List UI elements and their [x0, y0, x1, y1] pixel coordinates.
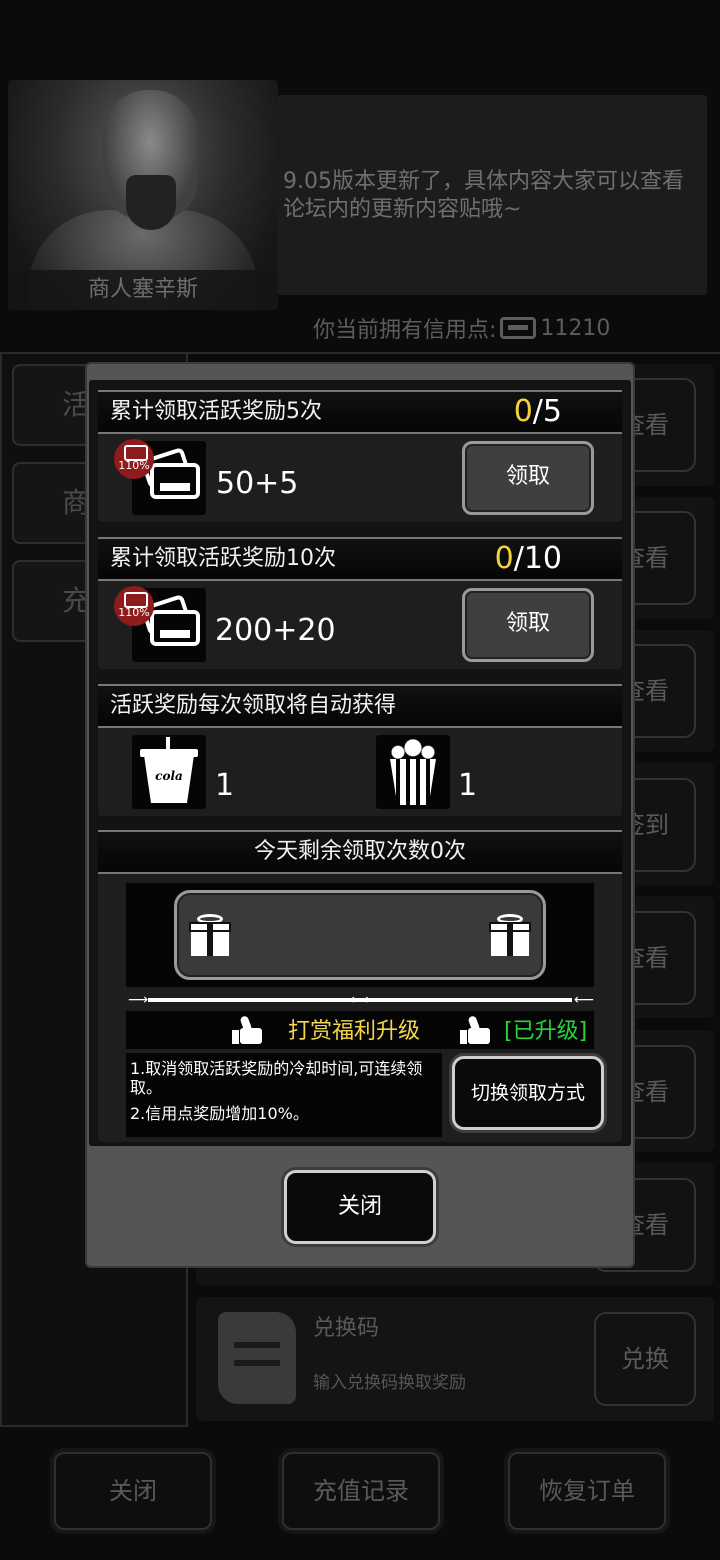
remaining-claims: 今天剩余领取次数0次 [98, 830, 622, 874]
redeem-title: 兑换码 [313, 1316, 380, 1341]
scroll-icon [218, 1312, 296, 1404]
announcement-text: 9.05版本更新了，具体内容大家可以查看论坛内的更新内容贴哦~ [283, 169, 684, 222]
tier-5-progress: 0/5 [513, 394, 562, 429]
merchant-beard [126, 175, 176, 230]
claim-button[interactable]: 领取 [462, 441, 594, 515]
restore-order-button[interactable]: 恢复订单 [508, 1452, 666, 1530]
bonus-badge: 110% [114, 586, 154, 626]
popcorn-count: 1 [458, 768, 478, 803]
redeem-button[interactable]: 兑换 [594, 1312, 696, 1406]
credit-balance: 你当前拥有信用点: 11210 [313, 312, 610, 344]
upgrade-line-2: 2.信用点奖励增加10%。 [130, 1104, 309, 1123]
bottom-close-button[interactable]: 关闭 [54, 1452, 212, 1530]
cola-icon: cola [132, 735, 206, 809]
bonus-badge: 110% [114, 439, 154, 479]
switch-claim-mode-button[interactable]: 切换领取方式 [452, 1056, 604, 1130]
claim-button[interactable]: 领取 [462, 588, 594, 662]
tier-5-header: 累计领取活跃奖励5次 0/5 [98, 390, 622, 434]
recharge-history-button[interactable]: 充值记录 [282, 1452, 440, 1530]
cola-label: cola [155, 769, 183, 783]
close-button[interactable]: 关闭 [284, 1170, 436, 1244]
tier-10-progress: 0/10 [494, 541, 562, 576]
tier-10-amount: 200+20 [215, 613, 336, 648]
credit-card-icon: 110% [114, 586, 206, 662]
credit-value: 11210 [540, 315, 611, 341]
merchant-name: 商人塞辛斯 [8, 270, 278, 310]
upgrade-title: 打赏福利升级 [288, 1019, 421, 1044]
credit-label: 你当前拥有信用点: [313, 318, 497, 343]
tier-5-title: 累计领取活跃奖励5次 [110, 399, 322, 424]
gift-icon [189, 914, 231, 956]
tier-10-title: 累计领取活跃奖励10次 [110, 546, 336, 571]
upgrade-status: [已升级] [504, 1019, 588, 1044]
upgrade-description: 1.取消领取活跃奖励的冷却时间,可连续领取。 2.信用点奖励增加10%。 [126, 1053, 442, 1137]
auto-rewards-header: 活跃奖励每次领取将自动获得 [98, 684, 622, 728]
tier-10-header: 累计领取活跃奖励10次 0/10 [98, 537, 622, 581]
popcorn-icon [376, 735, 450, 809]
cola-count: 1 [215, 768, 235, 803]
credit-card-icon [500, 317, 537, 339]
merchant-portrait: 商人塞辛斯 [8, 80, 278, 310]
tier-5-amount: 50+5 [216, 466, 299, 501]
upgrade-line-1: 1.取消领取活跃奖励的冷却时间,可连续领取。 [130, 1059, 423, 1097]
credit-card-icon: 110% [114, 439, 206, 515]
ornament-divider: ⟶ ⟷ ⟵ [128, 992, 595, 1008]
thumbs-up-icon [460, 1015, 490, 1044]
gift-icon [489, 914, 531, 956]
redeem-input[interactable]: 输入兑换码换取奖励 [313, 1368, 466, 1393]
thumbs-up-icon [232, 1015, 262, 1044]
